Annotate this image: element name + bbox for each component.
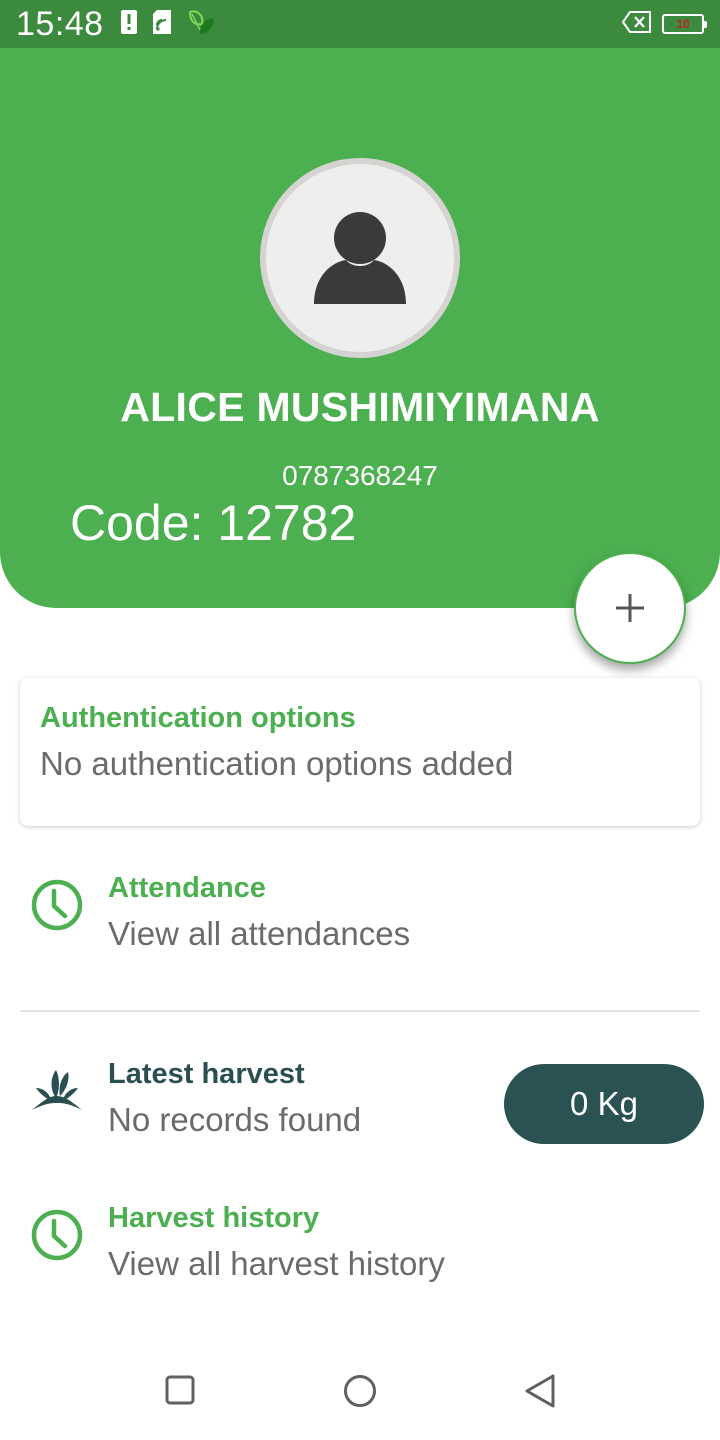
- latest-harvest-subtitle: No records found: [108, 1101, 362, 1138]
- authentication-options-card[interactable]: Authentication options No authentication…: [20, 678, 700, 826]
- sim-card-icon: [152, 9, 172, 40]
- avatar[interactable]: [260, 158, 460, 358]
- user-code: Code: 12782: [70, 495, 357, 551]
- harvest-history-text: Harvest history View all harvest history: [108, 1202, 445, 1283]
- authentication-options-subtitle: No authentication options added: [40, 745, 514, 782]
- harvest-history-subtitle: View all harvest history: [108, 1245, 445, 1282]
- person-icon: [314, 212, 406, 304]
- recents-square-icon[interactable]: [164, 1374, 196, 1411]
- attendance-item[interactable]: Attendance View all attendances: [0, 872, 720, 982]
- latest-harvest-title: Latest harvest: [108, 1058, 305, 1090]
- user-name: ALICE MUSHIMIYIMANA: [120, 384, 600, 430]
- home-circle-icon[interactable]: [342, 1373, 378, 1414]
- status-time: 15:48: [16, 4, 104, 43]
- navigation-bar: [0, 1344, 720, 1440]
- back-triangle-icon[interactable]: [522, 1372, 558, 1415]
- battery-icon: 10: [662, 14, 707, 34]
- status-icons-right: 10: [621, 10, 707, 38]
- divider: [20, 1010, 700, 1012]
- plus-icon: [616, 594, 644, 622]
- status-bar: 15:48 10: [0, 0, 720, 48]
- authentication-options-title: Authentication options: [40, 702, 356, 734]
- user-phone: 0787368247: [282, 460, 438, 491]
- clock-icon: [30, 1208, 84, 1267]
- harvest-history-title: Harvest history: [108, 1202, 320, 1234]
- leaf-app-icon: [186, 8, 216, 41]
- crop-icon: [30, 1066, 84, 1117]
- no-sim-icon: [621, 10, 652, 38]
- attendance-text: Attendance View all attendances: [108, 872, 410, 953]
- latest-harvest-text: Latest harvest No records found: [108, 1058, 361, 1139]
- harvest-history-item[interactable]: Harvest history View all harvest history: [0, 1202, 720, 1312]
- clock-icon: [30, 878, 84, 937]
- alert-icon: [120, 9, 138, 40]
- profile-header: ALICE MUSHIMIYIMANA 0787368247 Code: 127…: [0, 48, 720, 608]
- attendance-subtitle: View all attendances: [108, 915, 411, 952]
- harvest-amount-badge: 0 Kg: [504, 1064, 704, 1144]
- add-button[interactable]: [574, 552, 686, 664]
- status-icons-left: [120, 8, 216, 41]
- attendance-title: Attendance: [108, 872, 266, 904]
